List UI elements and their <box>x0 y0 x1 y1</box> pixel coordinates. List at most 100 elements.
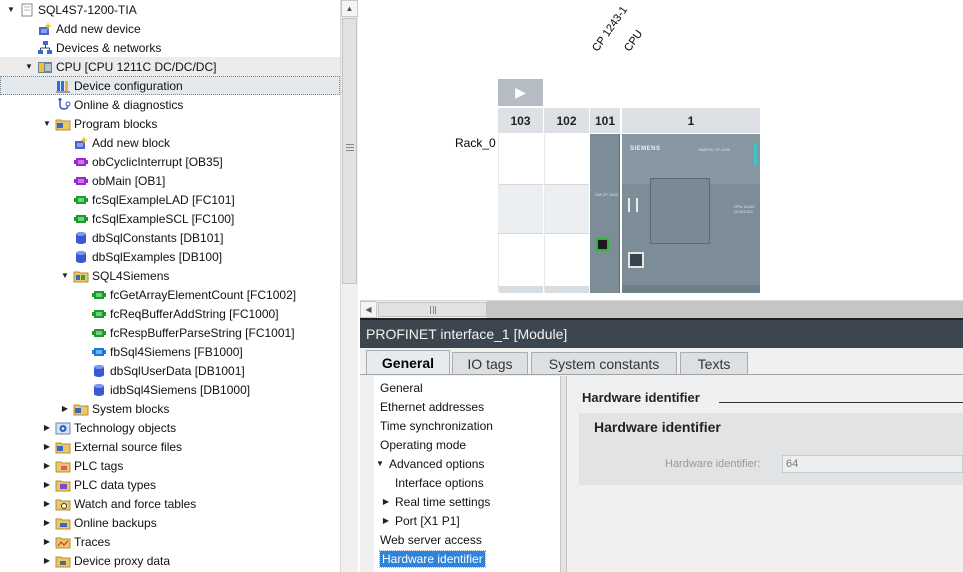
tree-item[interactable]: ▶ Traces <box>0 532 340 551</box>
collapse-arrow-icon[interactable]: ▼ <box>5 4 17 16</box>
nav-item-label: Advanced options <box>389 456 485 471</box>
slot-header[interactable]: 102 <box>544 108 589 133</box>
hardware-identifier-field[interactable]: 64 <box>782 455 963 473</box>
db-block-icon <box>73 249 89 265</box>
tree-item[interactable]: ▼ Program blocks <box>0 114 340 133</box>
tree-item[interactable]: dbSqlConstants [DB101] <box>0 228 340 247</box>
tree-item[interactable]: Add new device <box>0 19 340 38</box>
cpu-module[interactable]: SIEMENS SIMATIC S7-1200 CPU 1211C DC/DC/… <box>622 134 760 293</box>
diagnostics-icon <box>55 97 71 113</box>
tree-item[interactable]: Online & diagnostics <box>0 95 340 114</box>
expand-arrow-icon[interactable]: ▶ <box>41 555 53 567</box>
cp-module[interactable]: CM CP 1243 <box>590 134 620 293</box>
tree-item[interactable]: dbSqlUserData [DB1001] <box>0 361 340 380</box>
tree-item[interactable]: Device configuration <box>0 76 340 95</box>
tree-item[interactable]: fcGetArrayElementCount [FC1002] <box>0 285 340 304</box>
expand-arrow-icon[interactable]: ▶ <box>41 498 53 510</box>
scroll-thumb[interactable] <box>378 302 487 317</box>
tree-item-label: Add new device <box>56 21 141 36</box>
hardware-identifier-group: Hardware identifier Hardware identifier:… <box>579 413 963 485</box>
collapse-arrow-icon[interactable]: ▼ <box>374 459 386 468</box>
tags-icon <box>55 458 71 474</box>
tree-item-label: Traces <box>74 534 111 549</box>
nav-item[interactable]: Time synchronization <box>374 416 560 435</box>
tree-vertical-scrollbar[interactable]: ▲ <box>340 0 358 572</box>
nav-item[interactable]: Web server access <box>374 530 560 549</box>
tree-item[interactable]: dbSqlExamples [DB100] <box>0 247 340 266</box>
nav-item[interactable]: General <box>374 378 560 397</box>
tree-item[interactable]: fcSqlExampleSCL [FC100] <box>0 209 340 228</box>
fb-block-icon <box>91 344 107 360</box>
collapse-arrow-icon[interactable]: ▼ <box>41 118 53 130</box>
slot-header[interactable]: 103 <box>498 108 543 133</box>
rack-expand-button[interactable]: ▶ <box>498 79 543 106</box>
pane-splitter[interactable] <box>560 376 567 572</box>
tree-item[interactable]: ▶ Device proxy data <box>0 551 340 570</box>
tree-item-label: fcReqBufferAddString [FC1000] <box>110 306 279 321</box>
tree-item-label: Online backups <box>74 515 157 530</box>
tree-item-label: obMain [OB1] <box>92 173 166 188</box>
slot-header[interactable]: 101 <box>590 108 620 133</box>
tree-item[interactable]: ▶ Watch and force tables <box>0 494 340 513</box>
nav-item[interactable]: ▶ Port [X1 P1] <box>374 511 560 530</box>
scroll-up-button[interactable]: ▲ <box>341 0 358 17</box>
scroll-thumb[interactable] <box>342 18 357 284</box>
expand-arrow-icon[interactable]: ▶ <box>380 497 392 506</box>
section-title: Hardware identifier <box>582 390 700 405</box>
tab-texts[interactable]: Texts <box>680 352 748 375</box>
collapse-arrow-icon[interactable]: ▼ <box>23 61 35 73</box>
expand-arrow-icon[interactable]: ▶ <box>41 441 53 453</box>
tree-item-label: obCyclicInterrupt [OB35] <box>92 154 223 169</box>
expand-arrow-icon[interactable]: ▶ <box>41 422 53 434</box>
device-horizontal-scrollbar[interactable]: ◀ <box>360 300 963 319</box>
tree-item[interactable]: ▼ CPU [CPU 1211C DC/DC/DC] <box>0 57 340 76</box>
tree-item[interactable]: ▶ External source files <box>0 437 340 456</box>
add-block-icon <box>73 135 89 151</box>
nav-item-label: Port [X1 P1] <box>395 513 460 528</box>
tree-item[interactable]: ▼ SQL4Siemens <box>0 266 340 285</box>
expand-arrow-icon[interactable]: ▶ <box>41 517 53 529</box>
inspector-tabs: General IO tags System constants Texts <box>360 348 963 375</box>
expand-arrow-icon[interactable]: ▶ <box>41 460 53 472</box>
tree-item-label: PLC tags <box>74 458 124 473</box>
tree-item[interactable]: ▶ PLC data types <box>0 475 340 494</box>
slot-header[interactable]: 1 <box>622 108 760 133</box>
empty-slot[interactable] <box>544 134 589 293</box>
nav-item[interactable]: Operating mode <box>374 435 560 454</box>
nav-item[interactable]: ▶ Real time settings <box>374 492 560 511</box>
expand-arrow-icon[interactable]: ▶ <box>59 403 71 415</box>
tree-item[interactable]: obMain [OB1] <box>0 171 340 190</box>
tree-item-label: SQL4Siemens <box>92 268 170 283</box>
tab-general[interactable]: General <box>366 350 450 375</box>
tab-system-constants[interactable]: System constants <box>531 352 677 375</box>
tree-item[interactable]: ▼ SQL4S7-1200-TIA <box>0 0 340 19</box>
tree-item[interactable]: fbSql4Siemens [FB1000] <box>0 342 340 361</box>
tree-item[interactable]: fcReqBufferAddString [FC1000] <box>0 304 340 323</box>
tree-item-label: Device proxy data <box>74 553 171 568</box>
ethernet-port-icon <box>628 252 644 268</box>
nav-item[interactable]: ▼ Advanced options <box>374 454 560 473</box>
tree-item[interactable]: ▶ PLC tags <box>0 456 340 475</box>
expand-arrow-icon[interactable]: ▶ <box>41 479 53 491</box>
tree-item[interactable]: idbSql4Siemens [DB1000] <box>0 380 340 399</box>
tree-item-label: fbSql4Siemens [FB1000] <box>110 344 243 359</box>
tree-item[interactable]: ▶ System blocks <box>0 399 340 418</box>
tree-item-label: dbSqlConstants [DB101] <box>92 230 224 245</box>
empty-slot[interactable] <box>498 134 543 293</box>
expand-arrow-icon[interactable]: ▶ <box>41 536 53 548</box>
tab-io-tags[interactable]: IO tags <box>452 352 528 375</box>
tree-item[interactable]: Add new block <box>0 133 340 152</box>
tree-item[interactable]: ▶ Online backups <box>0 513 340 532</box>
scroll-track[interactable] <box>487 301 963 319</box>
nav-item[interactable]: Ethernet addresses <box>374 397 560 416</box>
tree-item[interactable]: Devices & networks <box>0 38 340 57</box>
tree-item[interactable]: fcSqlExampleLAD [FC101] <box>0 190 340 209</box>
collapse-arrow-icon[interactable]: ▼ <box>59 270 71 282</box>
tree-item[interactable]: ▶ Technology objects <box>0 418 340 437</box>
nav-item[interactable]: Interface options <box>374 473 560 492</box>
nav-item[interactable]: Hardware identifier <box>374 549 560 568</box>
expand-arrow-icon[interactable]: ▶ <box>380 516 392 525</box>
scroll-left-button[interactable]: ◀ <box>360 301 377 318</box>
tree-item[interactable]: fcRespBufferParseString [FC1001] <box>0 323 340 342</box>
tree-item[interactable]: obCyclicInterrupt [OB35] <box>0 152 340 171</box>
